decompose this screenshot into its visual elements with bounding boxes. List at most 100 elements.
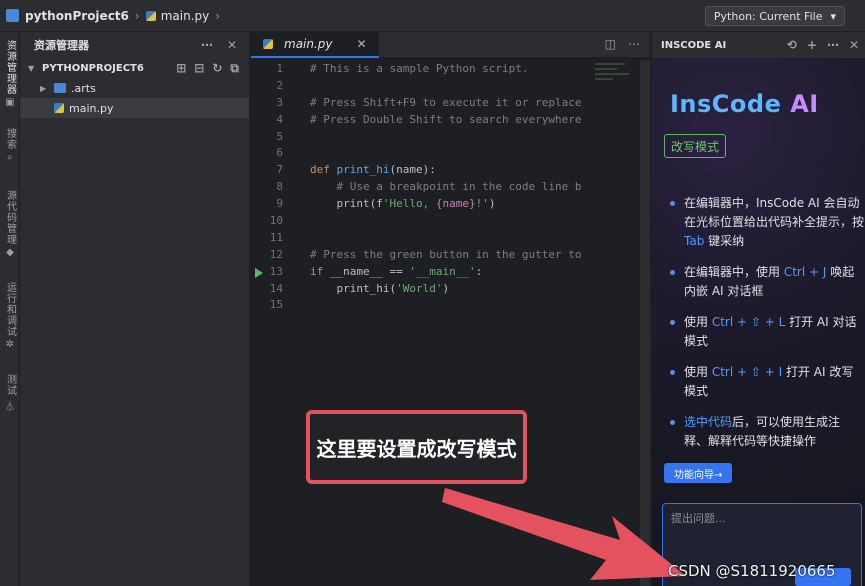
tab-label: main.py [284, 36, 333, 51]
code-plain: print_hi( [310, 281, 397, 295]
code-text: print_hi('World') [291, 282, 449, 295]
code-string: !' [475, 197, 489, 211]
code-plain: print [310, 197, 370, 211]
tip-highlight: Tab [684, 234, 705, 248]
code-line: 13 if __name__ == '__main__': [251, 263, 591, 280]
activity-test[interactable]: 测试 ⏃ [0, 374, 20, 413]
refresh-icon[interactable]: ↻ [212, 61, 222, 76]
split-editor-icon[interactable]: ◫ [605, 37, 616, 51]
chevron-down-icon: ▼ [28, 63, 35, 73]
annotation-callout: 这里要设置成改写模式 [306, 410, 527, 484]
code-plain: __name__ == [329, 264, 410, 278]
line-number: 14 [269, 281, 283, 295]
activity-debug[interactable]: 运行和调试 ✲ [0, 282, 20, 350]
code-text: def print_hi(name): [291, 163, 436, 176]
code-plain: (f [369, 197, 383, 211]
mode-badge[interactable]: 改写模式 [664, 134, 727, 158]
activity-search[interactable]: 搜索 ⌕ [0, 128, 20, 163]
line-number: 8 [276, 180, 283, 194]
new-file-icon[interactable]: ⊞ [176, 61, 186, 76]
list-item: 使用 Ctrl + ⇧ + L 打开 AI 对话模式 [668, 313, 864, 351]
code-line: 4 # Press Double Shift to search everywhe… [251, 111, 591, 128]
code-plain: ) [442, 281, 450, 295]
line-number[interactable]: 13 [251, 265, 291, 278]
close-icon[interactable]: ✕ [849, 38, 859, 52]
activity-scm[interactable]: 源代码管理 ◆ [0, 190, 20, 258]
code-plain: : [475, 264, 483, 278]
tree-item-main-py[interactable]: main.py [20, 98, 249, 118]
line-number: 9 [276, 197, 283, 211]
code-line: 1 # This is a sample Python script. [251, 60, 591, 77]
python-file-icon [145, 10, 156, 21]
more-icon[interactable]: ⋯ [628, 37, 640, 51]
tip-text: 在编辑器中，InsCode AI 会自动在光标位置给出代码补全提示，按 [684, 196, 865, 229]
flask-icon: ⏃ [5, 402, 15, 413]
code-string: '__main__' [409, 264, 476, 278]
code-line: 9 print(f'Hello, {name}!') [251, 195, 591, 212]
breadcrumb-file[interactable]: main.py › [145, 8, 226, 23]
plus-icon[interactable]: + [807, 38, 817, 52]
line-number: 10 [269, 213, 283, 227]
close-icon[interactable]: ✕ [227, 38, 237, 52]
activity-bar: 资源管理器 ▣ 搜索 ⌕ 源代码管理 ◆ 运行和调试 ✲ 测试 ⏃ [0, 32, 20, 586]
code-keyword: def [310, 163, 337, 177]
line-number: 11 [269, 230, 283, 244]
line-number: 6 [276, 146, 283, 160]
code-plain: (name): [389, 163, 436, 177]
tips-list: 在编辑器中，InsCode AI 会自动在光标位置给出代码补全提示，按 Tab … [668, 194, 864, 463]
code-text: print(f'Hello, {name}!') [291, 197, 495, 210]
project-icon [6, 9, 19, 22]
line-number: 2 [276, 78, 283, 92]
activity-test-label: 测试 [4, 374, 16, 396]
list-item: 使用 Ctrl + ⇧ + I 打开 AI 改写模式 [668, 363, 864, 401]
line-number: 5 [276, 129, 283, 143]
files-icon: ▣ [5, 97, 15, 108]
code-text: if __name__ == '__main__': [291, 265, 482, 278]
breadcrumb-project[interactable]: pythonProject6 [25, 9, 129, 23]
editor-tabbar: main.py ✕ ◫ ⋯ [251, 31, 650, 58]
tree-root[interactable]: ▼ PYTHONPROJECT6 ⊞ ⊟ ↻ ⧉ [20, 58, 249, 78]
tip-text: 在编辑器中，使用 [684, 265, 784, 279]
code-string: 'World' [396, 281, 443, 295]
ai-panel-header: INSCODE AI ⟲ + ⋯ ✕ [652, 32, 865, 58]
folder-icon [54, 83, 66, 93]
code-text: # This is a sample Python script. [310, 61, 529, 75]
code-text: # Press the green button in the gutter t… [310, 247, 582, 261]
logo-main-text: InsCode [670, 90, 791, 118]
list-item: 在编辑器中，使用 Ctrl + J 唤起内嵌 AI 对话框 [668, 263, 864, 301]
line-number: 1 [276, 61, 283, 75]
explorer-header: 资源管理器 ⋯ ✕ [20, 32, 249, 58]
python-file-icon [54, 103, 64, 113]
tip-highlight: Ctrl + ⇧ + L [711, 315, 786, 329]
python-file-icon [263, 38, 273, 49]
chevron-down-icon: ▾ [830, 9, 836, 23]
tree-item-label: .arts [71, 81, 96, 95]
more-icon[interactable]: ⋯ [201, 38, 213, 52]
tab-main-py[interactable]: main.py ✕ [251, 31, 379, 58]
tree-item-arts[interactable]: ▶ .arts [20, 78, 249, 98]
search-icon: ⌕ [7, 152, 13, 163]
annotation-text: 这里要设置成改写模式 [316, 436, 517, 461]
close-icon[interactable]: ✕ [357, 37, 367, 51]
chevron-right-icon: › [215, 8, 221, 23]
more-icon[interactable]: ⋯ [827, 38, 839, 52]
code-line: 7 def print_hi(name): [251, 161, 591, 178]
tree-root-label: PYTHONPROJECT6 [42, 62, 144, 74]
collapse-all-icon[interactable]: ⧉ [230, 61, 239, 76]
tip-text: 使用 [684, 315, 712, 329]
history-icon[interactable]: ⟲ [787, 38, 797, 52]
code-line: 10 [251, 212, 591, 229]
new-folder-icon[interactable]: ⊟ [194, 61, 204, 76]
run-config-select[interactable]: Python: Current File ▾ [704, 6, 845, 26]
code-line: 2 [251, 77, 591, 94]
list-item: 选中代码后，可以使用生成注释、解释代码等快捷操作 [668, 413, 864, 451]
tree-item-label: main.py [69, 101, 114, 115]
title-bar: pythonProject6 › main.py › Python: Curre… [0, 0, 865, 32]
ai-panel-title: INSCODE AI [661, 39, 727, 51]
minimap[interactable] [593, 60, 635, 100]
activity-debug-label: 运行和调试 [4, 282, 16, 337]
tip-highlight[interactable]: 选中代码 [684, 415, 732, 429]
activity-explorer[interactable]: 资源管理器 ▣ [0, 40, 20, 108]
code-line: 3 # Press Shift+F9 to execute it or repla… [251, 94, 591, 111]
ask-input[interactable] [663, 504, 861, 533]
